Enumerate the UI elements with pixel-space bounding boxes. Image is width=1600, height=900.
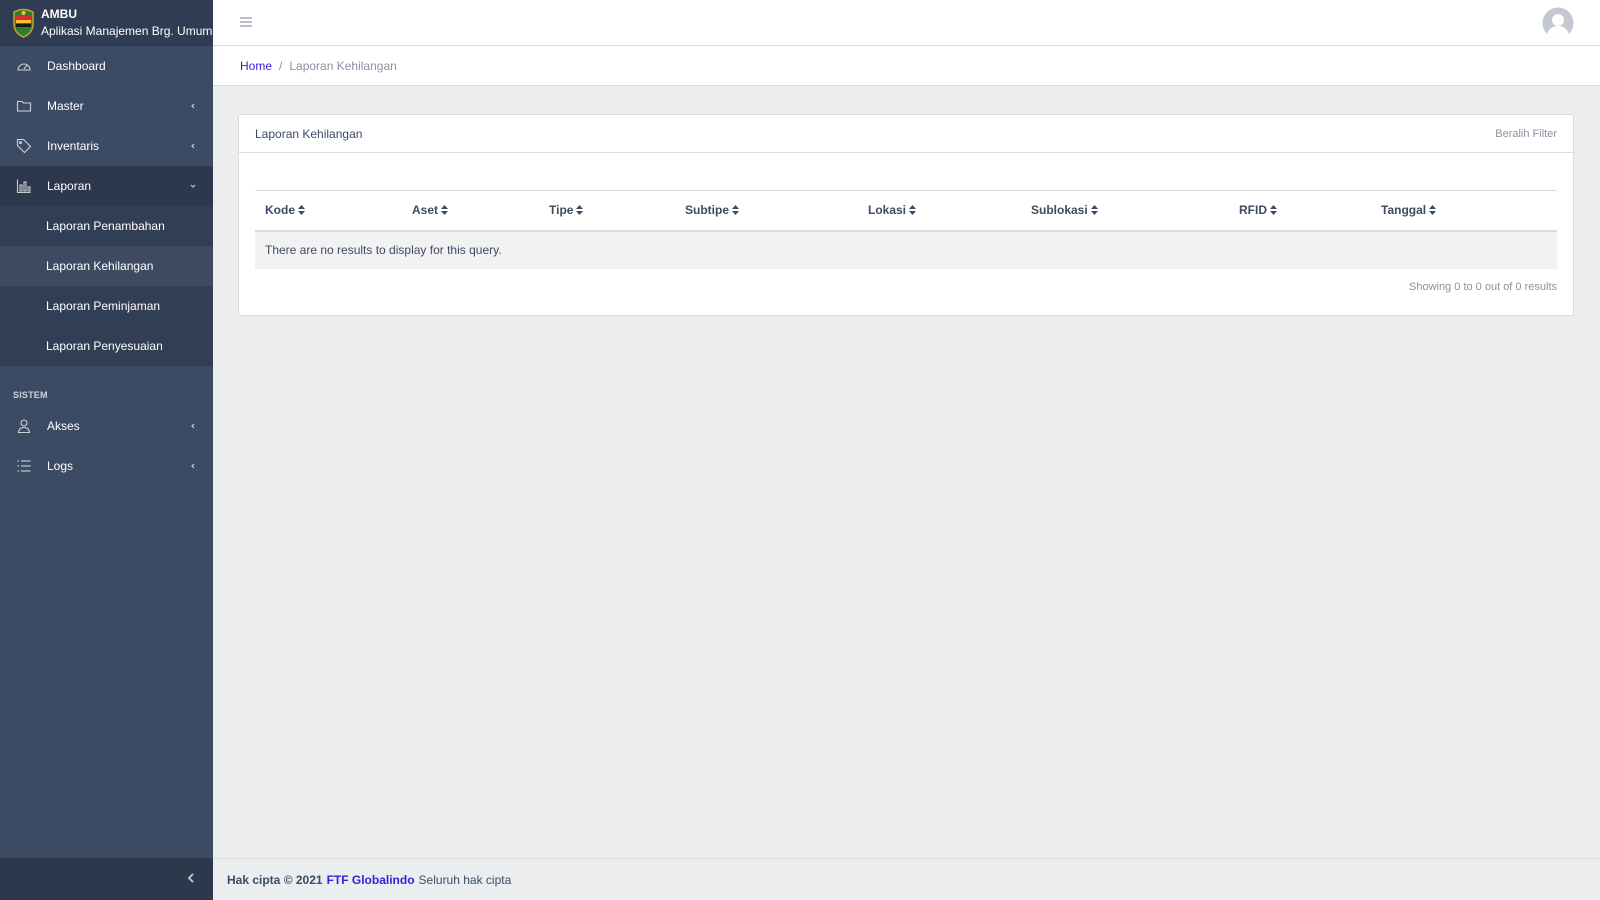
sidebar-item-master[interactable]: Master xyxy=(0,86,213,126)
chevron-down-icon xyxy=(187,180,199,192)
sidebar-item-laporan-peminjaman[interactable]: Laporan Peminjaman xyxy=(0,286,213,326)
sidebar-item-akses[interactable]: Akses xyxy=(0,406,213,446)
sort-icon xyxy=(1270,205,1277,216)
sort-icon xyxy=(1429,205,1437,216)
sidebar-item-inventaris[interactable]: Inventaris xyxy=(0,126,213,166)
tag-icon xyxy=(16,138,32,154)
chevron-left-icon xyxy=(187,420,199,432)
sidebar: AMBU Aplikasi Manajemen Brg. Umum Dashbo… xyxy=(0,0,213,900)
report-table-wrapper: Kode Aset Tipe Subtipe Lokasi Sublokasi … xyxy=(255,190,1557,269)
report-card: Laporan Kehilangan Beralih Filter Kode A… xyxy=(238,114,1574,316)
card-header: Laporan Kehilangan Beralih Filter xyxy=(239,115,1573,153)
sidebar-nav: Dashboard Master Inventaris Laporan xyxy=(0,46,213,206)
speedometer-icon xyxy=(16,58,32,74)
breadcrumb: Home / Laporan Kehilangan xyxy=(213,46,1600,86)
sidebar-item-label: Laporan Peminjaman xyxy=(46,299,161,313)
sidebar-item-logs[interactable]: Logs xyxy=(0,446,213,486)
sidebar-item-label: Laporan Kehilangan xyxy=(46,259,154,273)
table-row: There are no results to display for this… xyxy=(255,230,1557,269)
header xyxy=(213,0,1600,46)
sort-icon xyxy=(576,205,584,216)
logo-icon xyxy=(12,8,35,38)
column-header-rfid[interactable]: RFID xyxy=(1229,190,1371,232)
results-summary: Showing 0 to 0 out of 0 results xyxy=(1409,281,1557,293)
column-header-subtipe[interactable]: Subtipe xyxy=(675,190,858,232)
column-label: Kode xyxy=(265,203,295,218)
footer-company-link[interactable]: FTF Globalindo xyxy=(327,873,415,887)
column-header-aset[interactable]: Aset xyxy=(402,190,539,232)
table-header-row: Kode Aset Tipe Subtipe Lokasi Sublokasi … xyxy=(255,190,1557,232)
system-nav: Akses Logs xyxy=(0,406,213,486)
sidebar-item-label: Laporan xyxy=(47,179,92,193)
column-header-sublokasi[interactable]: Sublokasi xyxy=(1021,190,1229,232)
sort-icon xyxy=(1090,205,1098,216)
list-icon xyxy=(16,458,32,474)
sidebar-item-laporan-kehilangan[interactable]: Laporan Kehilangan xyxy=(0,246,213,286)
sidebar-item-label: Master xyxy=(47,99,84,113)
sort-icon xyxy=(909,205,917,216)
column-label: Tanggal xyxy=(1381,203,1427,218)
breadcrumb-home-link[interactable]: Home xyxy=(240,59,272,73)
column-header-lokasi[interactable]: Lokasi xyxy=(858,190,1021,232)
sort-icon xyxy=(298,205,305,216)
sidebar-section-title: SISTEM xyxy=(13,390,48,400)
laporan-submenu: Laporan Penambahan Laporan Kehilangan La… xyxy=(0,206,213,366)
folder-icon xyxy=(16,98,32,114)
chevron-left-icon xyxy=(187,460,199,472)
sidebar-item-laporan-penyesuaian[interactable]: Laporan Penyesuaian xyxy=(0,326,213,366)
sidebar-item-label: Laporan Penyesuaian xyxy=(46,339,163,353)
column-label: Sublokasi xyxy=(1031,203,1088,218)
chevron-left-icon xyxy=(187,140,199,152)
footer-copyright: Hak cipta © 2021 xyxy=(227,872,323,887)
toggle-filter-button[interactable]: Beralih Filter xyxy=(1495,128,1557,140)
user-icon xyxy=(16,418,32,434)
sidebar-item-label: Inventaris xyxy=(47,139,100,153)
column-label: Subtipe xyxy=(685,203,729,218)
column-label: Tipe xyxy=(549,203,574,218)
column-label: Aset xyxy=(412,203,439,218)
brand-title: AMBU xyxy=(41,7,77,21)
hamburger-menu-icon[interactable] xyxy=(238,14,254,30)
report-table: Kode Aset Tipe Subtipe Lokasi Sublokasi … xyxy=(255,190,1557,269)
sidebar-item-label: Logs xyxy=(47,459,74,473)
footer: Hak cipta © 2021 FTF Globalindo Seluruh … xyxy=(213,858,1600,900)
sort-icon xyxy=(441,205,449,216)
sidebar-item-laporan-penambahan[interactable]: Laporan Penambahan xyxy=(0,206,213,246)
footer-rights: Seluruh hak cipta xyxy=(418,872,512,887)
column-label: Lokasi xyxy=(868,203,907,218)
sidebar-item-label: Akses xyxy=(47,419,80,433)
column-header-kode[interactable]: Kode xyxy=(255,190,402,232)
column-label: RFID xyxy=(1239,203,1267,218)
sidebar-item-dashboard[interactable]: Dashboard xyxy=(0,46,213,86)
chart-icon xyxy=(16,178,32,194)
breadcrumb-separator: / xyxy=(279,58,283,73)
sort-icon xyxy=(732,205,739,216)
sidebar-minimize-button[interactable] xyxy=(0,858,213,900)
column-header-tanggal[interactable]: Tanggal xyxy=(1371,190,1557,232)
sidebar-item-label: Laporan Penambahan xyxy=(46,219,165,233)
brand-subtitle: Aplikasi Manajemen Brg. Umum xyxy=(41,24,213,38)
brand[interactable]: AMBU Aplikasi Manajemen Brg. Umum xyxy=(0,0,213,46)
breadcrumb-current: Laporan Kehilangan xyxy=(289,58,397,73)
chevron-left-icon xyxy=(185,872,197,887)
chevron-left-icon xyxy=(187,100,199,112)
column-header-tipe[interactable]: Tipe xyxy=(539,190,675,232)
empty-message: There are no results to display for this… xyxy=(255,230,1557,269)
sidebar-item-label: Dashboard xyxy=(47,59,106,73)
card-title: Laporan Kehilangan xyxy=(255,126,363,141)
sidebar-item-laporan[interactable]: Laporan xyxy=(0,166,213,206)
avatar[interactable] xyxy=(1542,7,1574,39)
